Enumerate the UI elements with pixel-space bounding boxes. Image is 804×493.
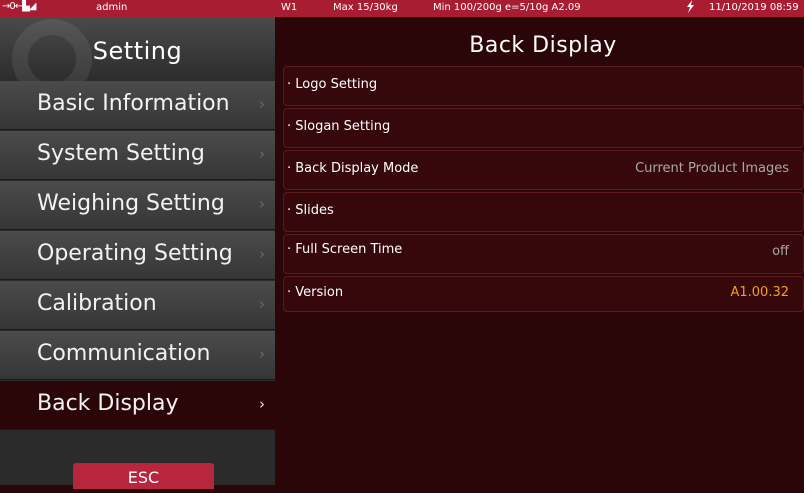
sidebar-header: Setting (0, 17, 275, 99)
chevron-right-icon: › (259, 345, 265, 363)
setting-row-slogan-setting[interactable]: · Slogan Setting (283, 108, 804, 148)
chevron-right-icon: › (259, 145, 265, 163)
sidebar-item-label: System Setting (37, 141, 205, 166)
sidebar-item-weighing-setting[interactable]: Weighing Setting › (0, 181, 275, 230)
sidebar: Setting Basic Information › System Setti… (0, 17, 275, 489)
setting-row-value: Current Product Images (635, 161, 789, 176)
sidebar-item-communication[interactable]: Communication › (0, 331, 275, 380)
setting-row-label: · Full Screen Time (287, 242, 403, 257)
setting-row-label: · Version (287, 285, 344, 300)
sidebar-item-basic-information[interactable]: Basic Information › (0, 81, 275, 130)
user-name: admin (96, 2, 128, 13)
setting-row-label: · Slides (287, 203, 334, 218)
sidebar-item-label: Back Display (37, 391, 179, 416)
sidebar-title: Setting (92, 37, 183, 65)
setting-row-label: · Slogan Setting (287, 119, 391, 134)
power-bolt-icon (686, 0, 695, 16)
setting-row-value: off (772, 244, 789, 259)
sidebar-item-label: Operating Setting (37, 241, 233, 266)
main-panel: Back Display · Logo Setting · Slogan Set… (275, 17, 804, 485)
chevron-right-icon: › (259, 295, 265, 313)
scale-id: W1 (281, 2, 298, 13)
setting-row-version[interactable]: · Version A1.00.32 (283, 276, 804, 312)
esc-button[interactable]: ESC (73, 463, 214, 489)
datetime: 11/10/2019 08:59 (709, 2, 799, 13)
sidebar-item-calibration[interactable]: Calibration › (0, 281, 275, 330)
sidebar-item-label: Basic Information (37, 91, 230, 116)
min-capacity: Min 100/200g e=5/10g A2.09 (433, 2, 581, 13)
chevron-right-icon: › (259, 245, 265, 263)
sidebar-item-operating-setting[interactable]: Operating Setting › (0, 231, 275, 280)
setting-row-back-display-mode[interactable]: · Back Display Mode Current Product Imag… (283, 150, 804, 190)
version-value: A1.00.32 (730, 285, 789, 300)
setting-row-full-screen-time[interactable]: · Full Screen Time off (283, 234, 804, 274)
sidebar-item-label: Communication (37, 341, 211, 366)
chevron-right-icon: › (259, 195, 265, 213)
zero-tare-indicator-icon: →0←▙◢ (2, 1, 37, 12)
setting-row-label: · Back Display Mode (287, 161, 419, 176)
setting-row-logo-setting[interactable]: · Logo Setting (283, 66, 804, 106)
setting-row-label: · Logo Setting (287, 77, 378, 92)
max-capacity: Max 15/30kg (333, 2, 398, 13)
chevron-right-icon: › (259, 395, 265, 413)
sidebar-item-back-display[interactable]: Back Display › (0, 381, 275, 430)
chevron-right-icon: › (259, 95, 265, 113)
status-bar: →0←▙◢ admin W1 Max 15/30kg Min 100/200g … (0, 0, 804, 17)
setting-row-slides[interactable]: · Slides (283, 192, 804, 232)
sidebar-item-system-setting[interactable]: System Setting › (0, 131, 275, 180)
page-title: Back Display (469, 33, 617, 58)
sidebar-item-label: Calibration (37, 291, 157, 316)
sidebar-item-label: Weighing Setting (37, 191, 225, 216)
